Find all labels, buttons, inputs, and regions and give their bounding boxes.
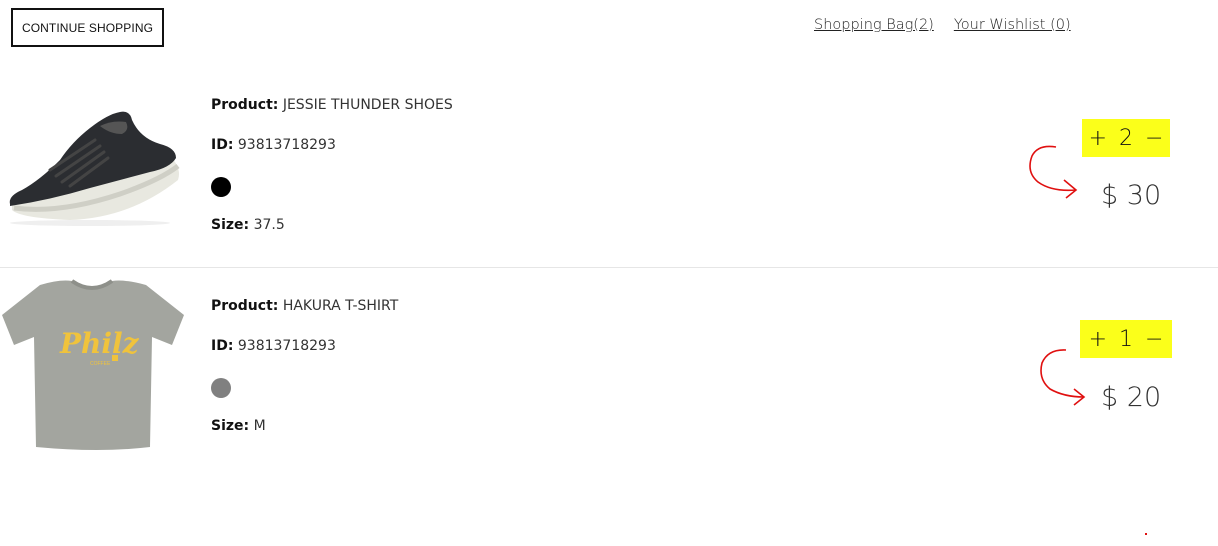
shirt-sub-text: COFFEE	[90, 361, 111, 367]
id-value: 93813718293	[237, 338, 336, 354]
item-price: $ 20	[1101, 382, 1162, 413]
red-dot	[1145, 533, 1147, 535]
wishlist-link[interactable]: Your Wishlist (0)	[954, 17, 1071, 33]
product-id: ID: 93813718293	[211, 338, 336, 354]
header-links: Shopping Bag(2) Your Wishlist (0)	[814, 17, 1071, 33]
continue-shopping-button[interactable]: CONTINUE SHOPPING	[11, 8, 164, 47]
id-label: ID:	[211, 137, 234, 153]
size-label: Size:	[211, 418, 250, 434]
quantity-value: 1	[1119, 326, 1133, 352]
shirt-brand-text: Philz	[59, 327, 140, 360]
product-label: Product:	[211, 97, 279, 113]
color-swatch[interactable]	[211, 378, 231, 398]
decrease-quantity-button[interactable]: −	[1145, 327, 1163, 352]
annotation-arrow-icon	[1029, 145, 1078, 199]
product-name: Product: JESSIE THUNDER SHOES	[211, 97, 453, 113]
product-name: Product: HAKURA T-SHIRT	[211, 298, 398, 314]
product-value: HAKURA T-SHIRT	[282, 298, 399, 314]
cart-item: Product: JESSIE THUNDER SHOES ID: 938137…	[0, 68, 1218, 268]
item-price: $ 30	[1101, 180, 1162, 211]
product-size: Size: 37.5	[211, 217, 285, 233]
size-label: Size:	[211, 217, 250, 233]
color-swatch[interactable]	[211, 177, 231, 197]
product-label: Product:	[211, 298, 279, 314]
size-value: M	[253, 418, 266, 434]
cart-item: Philz COFFEE Product: HAKURA T-SHIRT ID:…	[0, 269, 1218, 469]
product-size: Size: M	[211, 418, 266, 434]
tshirt-image: Philz COFFEE	[2, 279, 184, 450]
shopping-bag-link[interactable]: Shopping Bag(2)	[814, 17, 934, 33]
top-bar: CONTINUE SHOPPING Shopping Bag(2) Your W…	[0, 0, 1218, 60]
id-label: ID:	[211, 338, 234, 354]
id-value: 93813718293	[237, 137, 336, 153]
shoe-image	[9, 111, 180, 226]
product-id: ID: 93813718293	[211, 137, 336, 153]
quantity-value: 2	[1119, 125, 1133, 151]
product-value: JESSIE THUNDER SHOES	[282, 97, 453, 113]
decrease-quantity-button[interactable]: −	[1145, 126, 1163, 151]
size-value: 37.5	[253, 217, 285, 233]
